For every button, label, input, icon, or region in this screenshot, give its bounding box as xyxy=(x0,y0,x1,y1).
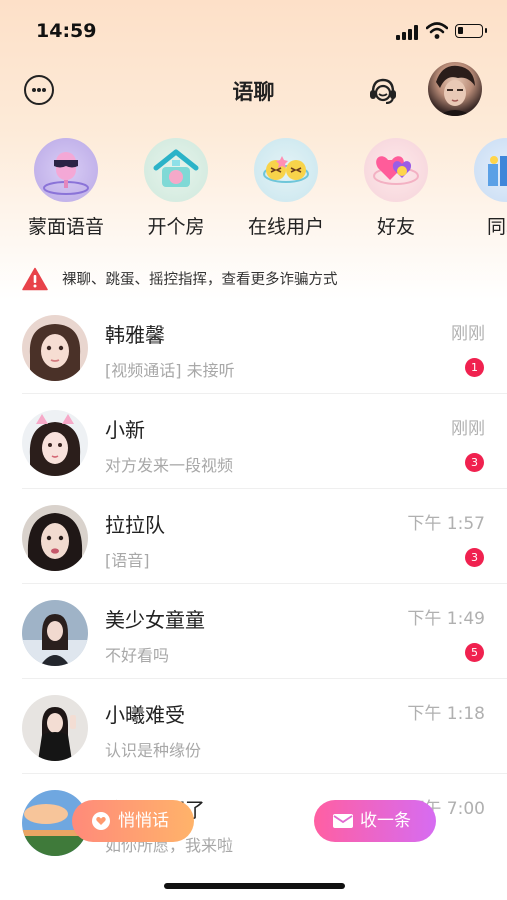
category-online-users[interactable]: 在线用户 xyxy=(236,138,336,239)
house-icon xyxy=(144,138,208,202)
status-bar: 14:59 xyxy=(0,0,507,62)
my-avatar[interactable] xyxy=(428,62,482,116)
envelope-icon xyxy=(333,814,353,828)
fraud-warning-banner[interactable]: 裸聊、跳蛋、摇控指挥，查看更多诈骗方式 xyxy=(0,254,507,300)
divider xyxy=(22,678,507,679)
message-time: 下午 1:18 xyxy=(407,704,485,724)
avatar xyxy=(22,505,88,571)
avatar xyxy=(22,695,88,761)
signal-icon xyxy=(396,24,420,40)
battery-icon xyxy=(455,24,487,38)
warning-icon xyxy=(22,267,48,291)
chat-row[interactable]: 美少女童童 不好看吗 下午 1:49 5 xyxy=(0,585,507,679)
contact-name: 韩雅馨 xyxy=(105,323,165,347)
customer-service-icon[interactable] xyxy=(366,74,400,108)
chat-row[interactable]: 小曦难受 认识是种缘份 下午 1:18 xyxy=(0,680,507,774)
app-header: 语聊 xyxy=(0,62,507,118)
chat-row[interactable]: 拉拉队 [语音] 下午 1:57 3 xyxy=(0,490,507,584)
category-friends[interactable]: 好友 xyxy=(346,138,446,239)
message-time: 刚刚 xyxy=(451,324,485,344)
hearts-icon xyxy=(364,138,428,202)
warning-text: 裸聊、跳蛋、摇控指挥，查看更多诈骗方式 xyxy=(62,272,338,288)
status-time: 14:59 xyxy=(36,20,97,42)
last-message: 认识是种缘份 xyxy=(105,741,202,760)
avatar xyxy=(22,315,88,381)
chat-row[interactable]: 韩雅馨 [视频通话] 未接听 刚刚 1 xyxy=(0,300,507,394)
message-time: 下午 1:49 xyxy=(407,609,485,629)
message-time: 下午 1:57 xyxy=(407,514,485,534)
divider xyxy=(22,393,507,394)
contact-name: 小新 xyxy=(105,418,145,442)
category-open-room[interactable]: 开个房 xyxy=(126,138,226,239)
last-message: 不好看吗 xyxy=(105,646,170,665)
category-label: 蒙面语音 xyxy=(27,216,104,238)
contact-name: 小曦难受 xyxy=(105,703,185,727)
divider xyxy=(22,773,507,774)
category-label: 好友 xyxy=(376,216,415,238)
chat-row[interactable]: 小新 对方发来一段视频 刚刚 3 xyxy=(0,395,507,489)
unread-badge: 1 xyxy=(465,358,484,377)
category-same-city[interactable]: 同城 xyxy=(456,138,507,239)
category-label: 在线用户 xyxy=(247,216,324,238)
last-message: 对方发来一段视频 xyxy=(105,456,234,475)
last-message: [语音] xyxy=(105,551,150,570)
avatar xyxy=(22,600,88,666)
category-bar: 蒙面语音 开个房 在线用户 好友 同 xyxy=(0,138,507,248)
heart-bubble-icon xyxy=(92,812,110,830)
collect-message-button[interactable]: 收一条 xyxy=(314,800,436,842)
category-label: 同城 xyxy=(486,216,507,238)
message-time: 刚刚 xyxy=(451,419,485,439)
last-message: [视频通话] 未接听 xyxy=(105,361,235,380)
whisper-button[interactable]: 悄悄话 xyxy=(72,800,194,842)
category-label: 开个房 xyxy=(147,216,205,238)
contact-name: 美少女童童 xyxy=(105,608,205,632)
collect-label: 收一条 xyxy=(360,811,411,831)
wifi-icon xyxy=(426,22,448,39)
divider xyxy=(22,583,507,584)
unread-badge: 5 xyxy=(465,643,484,662)
contact-name: 拉拉队 xyxy=(105,513,165,537)
unread-badge: 3 xyxy=(465,453,484,472)
city-icon xyxy=(474,138,507,202)
whisper-label: 悄悄话 xyxy=(118,811,169,831)
avatar xyxy=(22,410,88,476)
category-masked-voice[interactable]: 蒙面语音 xyxy=(16,138,116,239)
online-users-icon xyxy=(254,138,318,202)
unread-badge: 3 xyxy=(465,548,484,567)
masked-mic-icon xyxy=(34,138,98,202)
divider xyxy=(22,488,507,489)
home-indicator[interactable] xyxy=(164,883,345,889)
